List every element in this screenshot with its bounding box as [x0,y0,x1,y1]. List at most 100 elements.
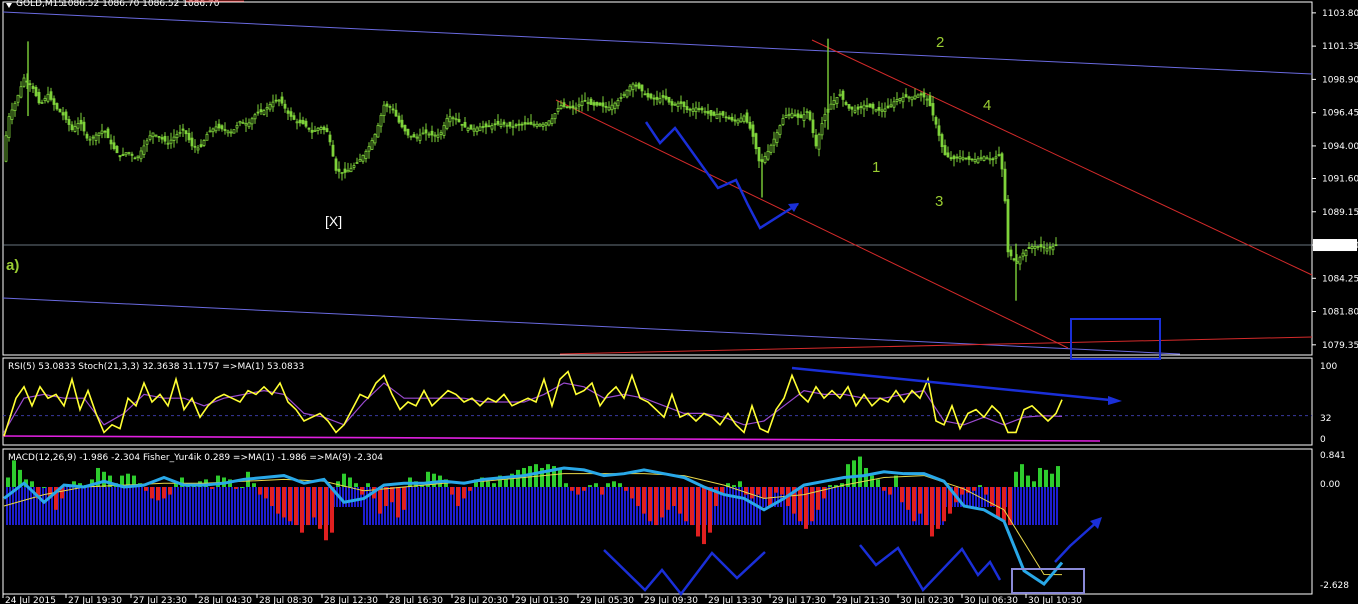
price-candle [418,128,422,144]
macd-base-bar [42,487,44,526]
price-candle [235,121,239,133]
candle-body [490,125,494,130]
candle-body [724,116,728,119]
candle-body [16,94,20,103]
macd-base-bar [1032,487,1034,526]
price-candle [28,80,32,92]
price-candle [628,83,632,96]
macd-base-bar [876,487,878,526]
price-candle [475,125,479,136]
price-candle [151,132,155,144]
macd-base-bar [555,487,557,526]
macd-base-bar [120,487,122,526]
candle-body [70,124,74,131]
candle-body [877,107,881,111]
macd-base-bar [99,487,101,526]
candle-body [289,111,293,117]
price-candle [103,130,107,139]
candle-body [574,107,578,110]
price-candle [520,121,524,131]
candle-body [145,140,149,145]
price-candle [898,97,902,104]
candle-body [478,126,482,132]
fisher-bar [378,487,382,514]
fisher-bar [870,475,874,488]
candle-body [532,123,536,126]
macd-base-bar [1020,487,1022,526]
fisher-bar [702,487,706,545]
wave-label-4: 4 [983,97,991,114]
price-candle [793,109,797,117]
candle-body [175,133,179,139]
candle-body [466,127,470,131]
price-candle [256,104,260,116]
fisher-bar [258,487,262,495]
candle-body [949,157,953,160]
macd-base-bar [183,487,185,526]
candle-body [868,103,872,108]
candle-body [274,99,278,102]
candle-body [349,167,353,173]
chart-window: GOLD,M15 1086.52 1086.70 1086.52 1086.70… [0,0,1358,604]
price-candle [766,144,770,161]
price-candle [73,120,77,133]
price-candle [937,118,941,142]
candle-body [499,123,503,127]
price-candle [193,139,197,153]
price-candle [1021,249,1025,261]
price-candle [682,101,686,114]
price-candle [697,101,701,113]
price-candle [85,131,89,142]
candle-body [658,97,662,103]
time-tick-label: 28 Jul 12:30 [324,596,378,604]
macd-base-bar [30,487,32,526]
fisher-bar [744,487,748,495]
candle-body [655,96,659,100]
candle-body [685,106,689,110]
price-candle [106,126,110,139]
price-candle [184,130,188,142]
candle-body [967,156,971,160]
candle-body [733,119,737,122]
candle-body [451,117,455,120]
fisher-bar [150,487,154,499]
macd-base-bar [1023,487,1025,526]
macd-base-bar [846,487,848,526]
candle-body [823,113,827,121]
price-candle [718,110,722,123]
macd-base-bar [186,487,188,526]
macd-base-bar [1047,487,1049,526]
price-candle [400,114,404,129]
header-collapse-icon[interactable] [6,3,12,8]
macd-base-bar [6,487,8,526]
price-candle [301,116,305,125]
candle-body [880,109,884,112]
price-candle [310,122,314,139]
price-candle [946,146,950,158]
macd-base-bar [1050,487,1052,526]
price-candle [856,104,860,116]
price-candle [784,107,788,119]
candle-body [247,122,251,128]
macd-base-bar [189,487,191,526]
macd-base-bar [735,487,737,526]
price-candle [109,134,113,150]
price-candle [82,116,86,136]
candle-body [850,106,854,110]
candle-body [961,157,965,160]
price-candle [280,91,284,106]
candle-body [79,119,83,125]
macd-base-bar [147,487,149,526]
candle-body [388,106,392,108]
price-candle [607,101,611,112]
price-candle [31,82,35,94]
candle-body [202,140,206,146]
candle-body [955,156,959,159]
price-candle [40,99,44,104]
price-candle [919,91,923,102]
macd-base-bar [429,487,431,526]
macd-base-bar [231,487,233,526]
price-candle [640,84,644,98]
candle-body [751,124,755,137]
candle-body [952,155,956,160]
